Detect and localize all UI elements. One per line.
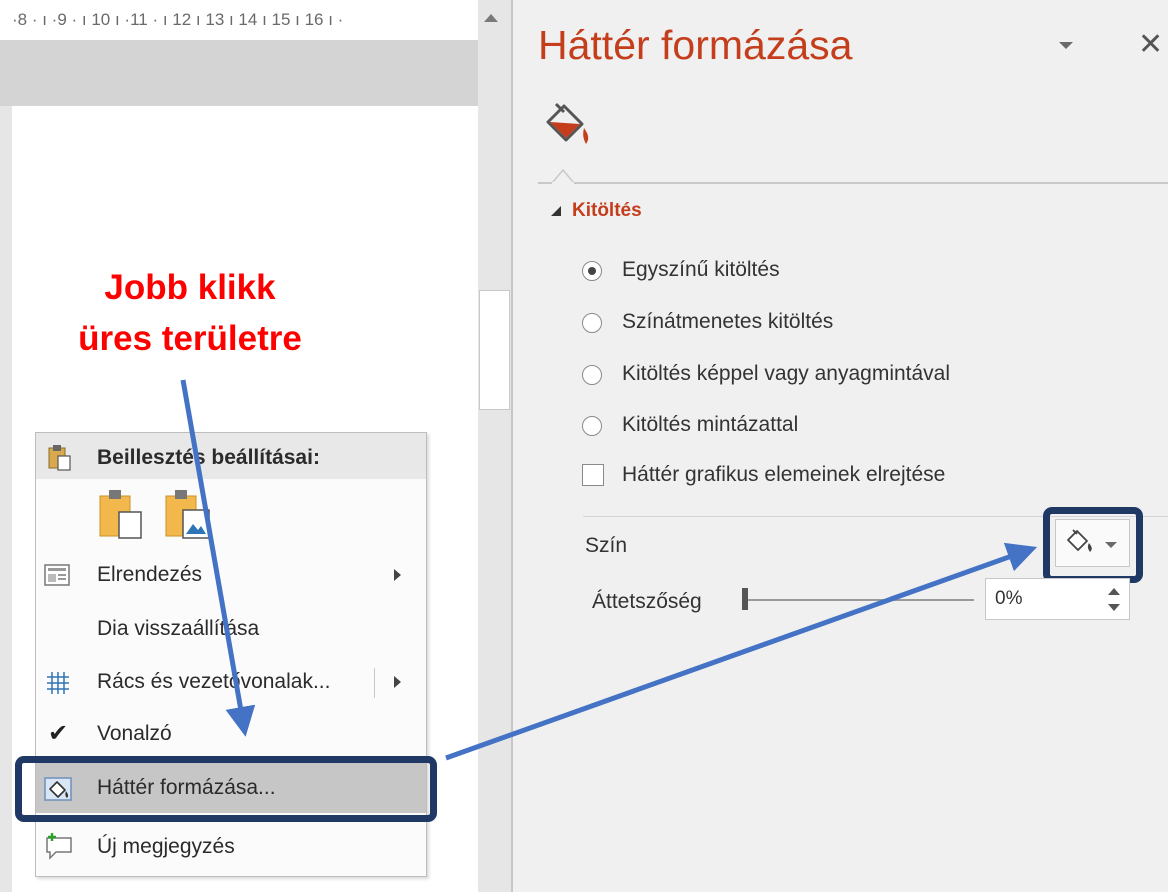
section-title-fill[interactable]: Kitöltés: [572, 200, 642, 222]
menu-item-new-comment[interactable]: Új megjegyzés: [97, 835, 235, 859]
submenu-separator: [374, 668, 375, 698]
radio-solid-fill[interactable]: [582, 261, 602, 281]
tab-selected-indicator: [552, 168, 574, 190]
radio-gradient-fill[interactable]: [582, 313, 602, 333]
vertical-scrollbar[interactable]: [478, 0, 511, 892]
checkmark-icon: ✔: [48, 719, 69, 747]
radio-pattern-fill[interactable]: [582, 416, 602, 436]
annotation-text: Jobb klikk üres területre: [40, 262, 340, 364]
tab-underline: [538, 182, 1168, 184]
option-solid-fill-label[interactable]: Egyszínű kitöltés: [622, 258, 780, 282]
transparency-slider-handle[interactable]: [742, 588, 748, 610]
collapse-triangle-icon[interactable]: [551, 206, 561, 216]
slide-canvas-background: [0, 40, 478, 106]
layout-icon: [44, 564, 70, 586]
annotation-line-2: üres területre: [78, 319, 302, 358]
pane-options-chevron-down-icon[interactable]: [1059, 42, 1073, 49]
pane-title: Háttér formázása: [538, 22, 853, 68]
clipboard-icon: [48, 445, 71, 471]
ruler-ticks: ·8 · ı ·9 · ı 10 ı ·11 · ı 12 ı 13 ı 14 …: [12, 10, 344, 29]
hide-background-graphics-label[interactable]: Háttér grafikus elemeinek elrejtése: [622, 463, 945, 487]
submenu-arrow-icon: [394, 569, 401, 581]
color-label: Szín: [585, 534, 628, 557]
new-comment-icon: [46, 833, 72, 860]
menu-item-ruler[interactable]: Vonalzó: [97, 722, 172, 746]
radio-selected-dot: [588, 267, 596, 275]
paint-bucket-icon[interactable]: [542, 100, 594, 150]
spin-down-icon[interactable]: [1108, 604, 1120, 611]
option-gradient-fill-label[interactable]: Színátmenetes kitöltés: [622, 310, 833, 334]
transparency-value[interactable]: 0%: [995, 588, 1022, 610]
option-pattern-fill-label[interactable]: Kitöltés mintázattal: [622, 413, 798, 437]
transparency-label: Áttetszőség: [592, 590, 702, 613]
menu-item-highlight-box: [15, 756, 437, 822]
annotation-line-1: Jobb klikk: [104, 268, 276, 307]
paste-options-label: Beillesztés beállításai:: [97, 446, 320, 469]
menu-item-layout[interactable]: Elrendezés: [97, 563, 202, 587]
transparency-slider[interactable]: [746, 599, 974, 601]
close-icon[interactable]: ✕: [1138, 30, 1163, 60]
menu-item-reset-slide[interactable]: Dia visszaállítása: [97, 617, 259, 641]
scrollbar-thumb[interactable]: [479, 290, 510, 410]
spin-up-icon[interactable]: [1108, 588, 1120, 595]
grid-icon: [47, 672, 69, 694]
format-background-pane: [513, 0, 1168, 892]
scroll-up-icon[interactable]: [484, 14, 498, 22]
paste-as-picture-icon[interactable]: [163, 488, 213, 540]
option-picture-fill-label[interactable]: Kitöltés képpel vagy anyagmintával: [622, 362, 950, 386]
color-button-highlight-box: [1043, 507, 1143, 583]
hide-background-graphics-checkbox[interactable]: [582, 464, 604, 486]
menu-item-grid-and-guides[interactable]: Rács és vezetővonalak...: [97, 670, 330, 694]
radio-picture-fill[interactable]: [582, 365, 602, 385]
paste-use-destination-theme-icon[interactable]: [97, 488, 147, 540]
submenu-arrow-icon: [394, 676, 401, 688]
